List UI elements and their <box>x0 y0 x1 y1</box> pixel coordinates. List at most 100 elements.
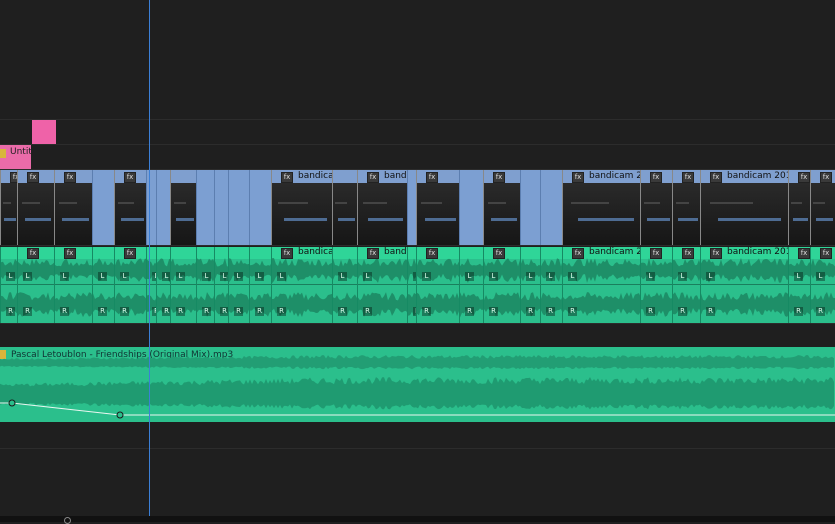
audio-clip[interactable]: LR <box>228 247 249 323</box>
zoom-handle[interactable] <box>64 517 71 524</box>
volume-keyframe[interactable] <box>116 411 124 419</box>
waveform-shape <box>0 377 834 410</box>
fx-badge-icon: fx <box>650 248 662 259</box>
video-track[interactable]: fxfxfxfxfxbandicafxbandfxfxfxbandicam 20… <box>0 170 835 245</box>
channel-separator <box>521 284 540 285</box>
audio-clip[interactable]: L Rfx <box>416 247 459 323</box>
video-clip[interactable]: fx <box>640 170 672 245</box>
video-clip[interactable]: fx <box>0 170 17 245</box>
audio-clip[interactable]: LR <box>92 247 114 323</box>
audio-clip[interactable]: L Rfx <box>672 247 700 323</box>
audio-clip[interactable]: LR <box>0 247 17 323</box>
video-clip[interactable]: fx bandica <box>271 170 332 245</box>
thumbnail-detail <box>644 201 660 204</box>
audio-waveform <box>215 258 228 282</box>
audio-clip[interactable]: LR <box>249 247 271 323</box>
video-clip[interactable]: fx <box>114 170 146 245</box>
audio-clip[interactable]: LR <box>170 247 196 323</box>
audio-clip[interactable]: LR <box>540 247 562 323</box>
thumbnail-detail <box>362 201 388 204</box>
audio-clip[interactable]: L Rfx <box>114 247 146 323</box>
video-clip[interactable]: fx <box>54 170 92 245</box>
video-clip[interactable] <box>146 170 156 245</box>
audio-clip[interactable]: LR <box>332 247 357 323</box>
clip-thumbnail <box>701 183 788 245</box>
channel-separator <box>358 284 407 285</box>
audio-clip[interactable]: L Rfx bandica <box>271 247 332 323</box>
video-clip[interactable] <box>170 170 196 245</box>
left-channel-label: L <box>98 272 107 281</box>
audio-waveform <box>417 258 459 283</box>
fx-badge-icon: fx <box>27 172 39 183</box>
video-clip[interactable] <box>249 170 271 245</box>
audio-clip[interactable]: LR <box>156 247 170 323</box>
video-clip[interactable]: fx <box>672 170 700 245</box>
playhead[interactable] <box>149 0 150 516</box>
video-clip[interactable] <box>407 170 416 245</box>
audio-clip[interactable]: L Rfx band <box>357 247 407 323</box>
left-channel-label: L <box>338 272 347 281</box>
audio-waveform <box>541 292 562 316</box>
audio-clip[interactable]: LR <box>146 247 156 323</box>
audio-clip[interactable]: L Rfx <box>483 247 520 323</box>
audio-clip[interactable]: L Rfx bandicam 20 <box>562 247 640 323</box>
video-clip[interactable] <box>459 170 483 245</box>
audio-clip[interactable]: L Rfx bandicam 2018 <box>700 247 788 323</box>
audio-clip[interactable]: L Rfx <box>788 247 810 323</box>
fx-badge-icon: fx <box>124 172 136 183</box>
video-clip[interactable]: fx bandicam 2018 <box>700 170 788 245</box>
channel-separator <box>1 284 17 285</box>
right-channel-label: R <box>6 307 15 316</box>
audio-clip[interactable]: LR <box>407 247 416 323</box>
video-clip[interactable] <box>520 170 540 245</box>
left-channel-label: L <box>6 272 15 281</box>
video-clip[interactable] <box>332 170 357 245</box>
audio-clip[interactable]: LR <box>520 247 540 323</box>
fx-badge-icon: fx <box>798 172 810 183</box>
audio-waveform <box>358 292 407 317</box>
thumbnail-detail <box>709 201 754 204</box>
left-channel-label: L <box>422 272 431 281</box>
fx-badge-icon: fx <box>710 248 722 259</box>
video-clip[interactable] <box>540 170 562 245</box>
audio-clip[interactable]: LR <box>196 247 214 323</box>
video-clip[interactable] <box>92 170 114 245</box>
video-clip[interactable] <box>196 170 214 245</box>
clip-thumbnail <box>115 183 146 245</box>
video-clip[interactable] <box>214 170 228 245</box>
video-clip[interactable]: fx <box>788 170 810 245</box>
video-clip[interactable]: fx bandicam 20 <box>562 170 640 245</box>
clip-name: band <box>384 247 407 257</box>
clip-header <box>171 170 196 183</box>
audio-clip[interactable]: LR <box>459 247 483 323</box>
clip-thumbnail <box>789 183 810 245</box>
channel-separator <box>272 284 332 285</box>
volume-keyframe[interactable] <box>8 399 16 407</box>
right-channel-label: R <box>220 307 228 316</box>
channel-separator <box>789 284 810 285</box>
audio-clip[interactable]: L Rfx <box>640 247 672 323</box>
music-audio-clip[interactable]: Pascal Letoublon - Friendships (Original… <box>0 347 835 422</box>
title-clip[interactable]: Untit <box>0 145 32 169</box>
audio-clip[interactable]: L Rfx <box>810 247 835 323</box>
audio-track[interactable]: LRLRfxLRfxLRLRfxLRLRLRLRLRLRLRLRfxbandic… <box>0 247 835 323</box>
left-channel-label: L <box>363 272 372 281</box>
fx-badge-icon: fx <box>650 172 662 183</box>
thumbnail-detail <box>118 201 134 204</box>
video-clip[interactable]: fx <box>17 170 54 245</box>
video-clip[interactable]: fx <box>810 170 835 245</box>
video-clip[interactable]: fx <box>416 170 459 245</box>
audio-clip[interactable]: LR <box>214 247 228 323</box>
video-clip[interactable] <box>156 170 170 245</box>
video-clip[interactable] <box>228 170 249 245</box>
video-clip[interactable]: fx band <box>357 170 407 245</box>
thumbnail-detail <box>58 201 78 204</box>
audio-clip[interactable]: L Rfx <box>54 247 92 323</box>
video-clip[interactable]: fx <box>483 170 520 245</box>
audio-clip[interactable]: L Rfx <box>17 247 54 323</box>
marker-icon[interactable] <box>32 120 56 144</box>
horizontal-scrollbar[interactable] <box>0 516 835 522</box>
audio-waveform <box>484 258 520 282</box>
fx-badge-icon: fx <box>64 172 76 183</box>
clip-thumbnail <box>333 183 357 245</box>
